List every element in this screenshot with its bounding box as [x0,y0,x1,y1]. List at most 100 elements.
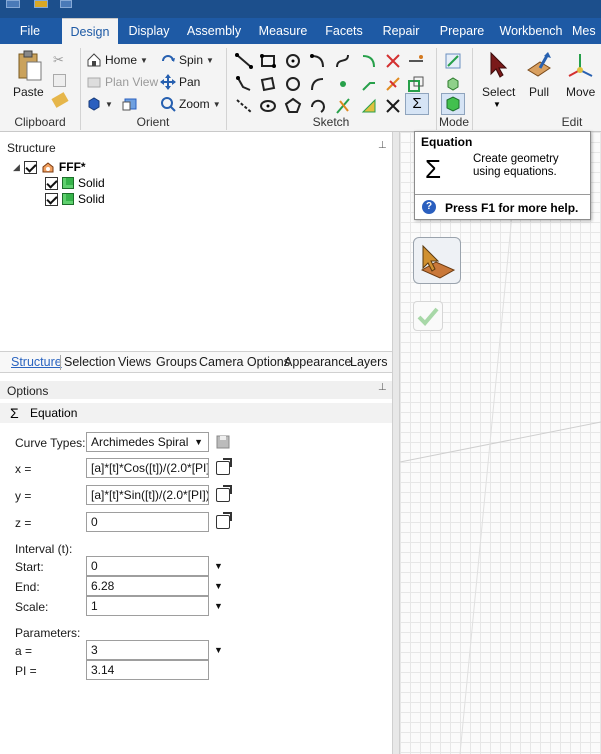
chevron-down-icon[interactable]: ▼ [493,100,501,109]
tree-item-solid[interactable]: Solid [45,191,105,207]
open-icon[interactable] [34,0,48,8]
chevron-down-icon[interactable]: ▼ [214,645,223,655]
edit-expression-icon[interactable] [216,458,232,475]
tab-file[interactable]: File [4,18,56,44]
format-painter-icon[interactable] [51,92,69,108]
sweep-arc-icon[interactable] [309,75,327,93]
line-tool-icon[interactable] [235,52,253,70]
rectangle-tool-icon[interactable] [259,52,277,70]
chevron-down-icon[interactable]: ▼ [214,601,223,611]
cut-icon[interactable]: ✂ [53,52,64,68]
plan-view-button[interactable]: Plan View [86,74,158,90]
design-icon [41,160,55,174]
pull-icon[interactable] [524,50,554,80]
curve-type-value: Archimedes Spiral [91,435,189,449]
copy-icon[interactable] [53,74,66,87]
view-projection-icon[interactable] [122,96,138,112]
save-icon[interactable] [60,0,72,8]
title-bar [0,0,601,18]
select-label[interactable]: Select [482,85,515,99]
spin-button[interactable]: Spin ▼ [160,52,214,68]
x-equation-field[interactable]: [a]*[t]*Cos([t])/(2.0*[PI]) [86,458,209,478]
end-field[interactable]: 6.28 [86,576,209,596]
tab-structure[interactable]: Structure [11,355,62,369]
tab-repair[interactable]: Repair [376,18,426,44]
visibility-checkbox[interactable] [45,192,58,206]
equation-button[interactable]: Σ [405,93,429,115]
plan-view-label: Plan View [105,75,159,89]
param-pi-field[interactable]: 3.14 [86,660,209,680]
home-button[interactable]: Home ▼ [86,52,148,68]
paste-label[interactable]: Paste [13,85,44,99]
sketch-mode-icon[interactable] [444,52,462,70]
paste-button[interactable] [14,50,44,86]
param-a-field[interactable]: 3 [86,640,209,660]
complete-button[interactable] [413,301,443,331]
view-cube-button[interactable]: ▼ [86,96,113,112]
trim-away-icon[interactable] [384,52,402,70]
point-tool-icon[interactable] [334,75,352,93]
3d-mode-button[interactable] [441,93,465,115]
chevron-down-icon[interactable]: ▼ [214,561,223,571]
pin-icon[interactable]: ⊥ [378,140,387,151]
z-equation-field[interactable]: 0 [86,512,209,532]
tab-appearance[interactable]: Appearance [284,355,351,369]
tab-layers[interactable]: Layers [350,355,388,369]
section-mode-icon[interactable] [444,75,462,93]
three-point-arc-icon[interactable] [309,97,327,115]
y-equation-field[interactable]: [a]*[t]*Sin([t])/(2.0*[PI]) [86,485,209,505]
undo-icon[interactable] [88,0,98,8]
edit-expression-icon[interactable] [216,512,232,529]
design-viewport[interactable] [400,132,601,754]
pan-button[interactable]: Pan [160,74,200,90]
rectangle-3pt-icon[interactable] [259,75,277,93]
tab-selection[interactable]: Selection [64,355,115,369]
delete-curve-icon[interactable] [384,97,402,115]
tab-assembly[interactable]: Assembly [182,18,246,44]
start-field[interactable]: 0 [86,556,209,576]
tab-prepare[interactable]: Prepare [434,18,490,44]
tab-camera-options[interactable]: Camera Options [199,355,290,369]
save-curve-icon[interactable] [216,435,230,449]
reference-line-icon[interactable] [407,52,425,70]
corner-trim-icon[interactable] [360,52,378,70]
tab-measure[interactable]: Measure [252,18,314,44]
zoom-button[interactable]: Zoom ▼ [160,96,221,112]
tab-design[interactable]: Design [62,18,118,44]
spline-tool-icon[interactable] [334,52,352,70]
tab-groups[interactable]: Groups [156,355,197,369]
tab-facets[interactable]: Facets [320,18,368,44]
edit-expression-icon[interactable] [216,485,232,502]
pull-label[interactable]: Pull [529,85,549,99]
scale-field[interactable]: 1 [86,596,209,616]
chevron-down-icon[interactable]: ▼ [214,581,223,591]
polygon-tool-icon[interactable] [284,97,302,115]
split-curve-icon[interactable] [384,75,402,93]
collapse-icon[interactable]: ◢ [13,162,20,173]
fillet-sketch-icon[interactable] [360,97,378,115]
curve-type-select[interactable]: Archimedes Spiral ▼ [86,432,209,452]
polyline-tool-icon[interactable] [235,75,253,93]
pin-icon[interactable]: ⊥ [378,382,387,393]
tree-item-solid[interactable]: Solid [45,175,105,191]
offset-curve-icon[interactable] [334,97,352,115]
move-icon[interactable] [565,50,595,80]
select-arrow-icon[interactable] [485,50,511,80]
project-to-sketch-icon[interactable] [407,75,425,93]
circle-3pt-icon[interactable] [284,75,302,93]
tree-root-row[interactable]: ◢ FFF* [13,159,86,175]
move-label[interactable]: Move [566,85,595,99]
tab-views[interactable]: Views [118,355,151,369]
tab-workbench[interactable]: Workbench [496,18,566,44]
ellipse-tool-icon[interactable] [259,97,277,115]
visibility-checkbox[interactable] [45,176,58,190]
construction-line-icon[interactable] [235,97,253,115]
tab-display[interactable]: Display [122,18,176,44]
extend-curve-icon[interactable] [360,75,378,93]
tab-measure-overflow[interactable]: Mes [572,18,601,44]
visibility-checkbox[interactable] [23,160,37,174]
select-sketch-plane-button[interactable] [413,237,461,284]
panel-splitter[interactable] [392,132,400,754]
tangent-arc-icon[interactable] [309,52,327,70]
circle-tool-icon[interactable] [284,52,302,70]
